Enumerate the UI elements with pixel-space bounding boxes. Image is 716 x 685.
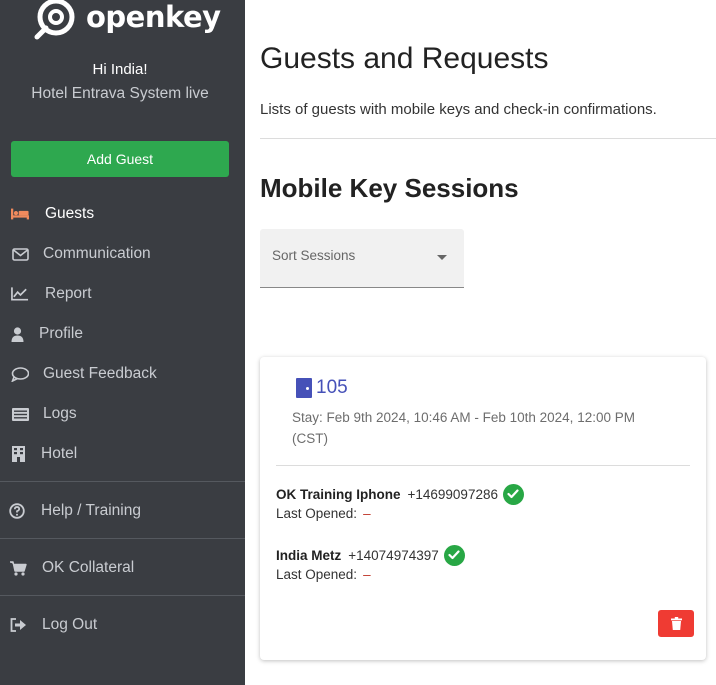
main-content: Guests and Requests Lists of guests with… [245,0,716,685]
delete-session-button[interactable] [658,610,694,637]
sidebar-item-label: Communication [43,245,151,262]
guest-name: OK Training Iphone [276,486,401,502]
list-icon [11,406,29,422]
page-title: Guests and Requests [260,42,549,75]
sidebar-divider [0,595,245,596]
stay-dates: Stay: Feb 9th 2024, 10:46 AM - Feb 10th … [292,410,635,446]
openkey-logo[interactable]: openkey [34,0,221,40]
check-circle-icon [443,544,465,566]
guest-entry: India Metz +14074974397 Last Opened: – [276,544,676,582]
sidebar-item-label: Report [45,285,92,302]
question-circle-icon [8,503,26,519]
sidebar-item-logs[interactable]: Logs [0,399,245,429]
sidebar-item-guests[interactable]: Guests [0,199,245,229]
last-opened: Last Opened: – [276,506,676,521]
sidebar: openkey Hi India! Hotel Entrava System l… [0,0,245,685]
sidebar-item-label: Guests [45,205,95,222]
sidebar-divider [0,538,245,539]
sidebar-item-label: OK Collateral [42,559,135,576]
guest-name: India Metz [276,547,342,563]
openkey-logo-icon [34,0,75,40]
comment-icon [11,366,29,382]
sort-sessions-label: Sort Sessions [272,248,356,263]
sidebar-item-label: Profile [39,325,83,342]
sidebar-item-communication[interactable]: Communication [0,239,245,269]
sidebar-item-report[interactable]: Report [0,279,245,309]
guest-phone: +14074974397 [348,547,439,563]
page-divider [260,138,716,139]
check-circle-icon [502,483,524,505]
guest-phone: +14699097286 [407,486,498,502]
brand-name: openkey [86,0,221,34]
sidebar-item-profile[interactable]: Profile [0,319,245,349]
sidebar-item-label: Hotel [41,445,78,462]
trash-icon [670,617,682,630]
sidebar-item-hotel[interactable]: Hotel [0,439,245,469]
sidebar-item-label: Log Out [42,616,98,633]
session-card: 105 Stay: Feb 9th 2024, 10:46 AM - Feb 1… [260,357,706,660]
sidebar-item-label: Help / Training [41,502,141,519]
page-subtitle: Lists of guests with mobile keys and che… [260,101,657,118]
sidebar-item-ok-collateral[interactable]: OK Collateral [0,553,245,583]
last-opened-value: – [363,506,371,521]
last-opened: Last Opened: – [276,567,676,582]
sidebar-divider [0,481,245,482]
last-opened-label: Last Opened: [276,567,358,582]
last-opened-label: Last Opened: [276,506,358,521]
system-name: Hotel Entrava System live [31,85,209,102]
room-number: 105 [316,377,348,398]
add-guest-button[interactable]: Add Guest [11,141,229,177]
sidebar-item-label: Logs [43,405,77,422]
sidebar-item-log-out[interactable]: Log Out [0,610,245,640]
room-heading[interactable]: 105 [296,377,348,399]
door-icon [296,378,312,398]
sidebar-item-guest-feedback[interactable]: Guest Feedback [0,359,245,389]
greeting-text: Hi India! [92,61,148,78]
card-divider [276,465,690,466]
chevron-down-icon [437,255,447,260]
sidebar-item-help-training[interactable]: Help / Training [0,496,245,526]
guest-entry: OK Training Iphone +14699097286 Last Ope… [276,483,676,521]
building-icon [9,446,27,462]
sort-sessions-select[interactable]: Sort Sessions [260,229,464,288]
user-icon [8,326,26,342]
cart-icon [9,560,27,576]
sidebar-item-label: Guest Feedback [43,365,157,382]
sign-out-icon [9,617,27,633]
bed-icon [11,206,29,222]
last-opened-value: – [363,567,371,582]
envelope-icon [11,246,29,262]
chart-line-icon [11,286,29,302]
section-title: Mobile Key Sessions [260,173,519,203]
